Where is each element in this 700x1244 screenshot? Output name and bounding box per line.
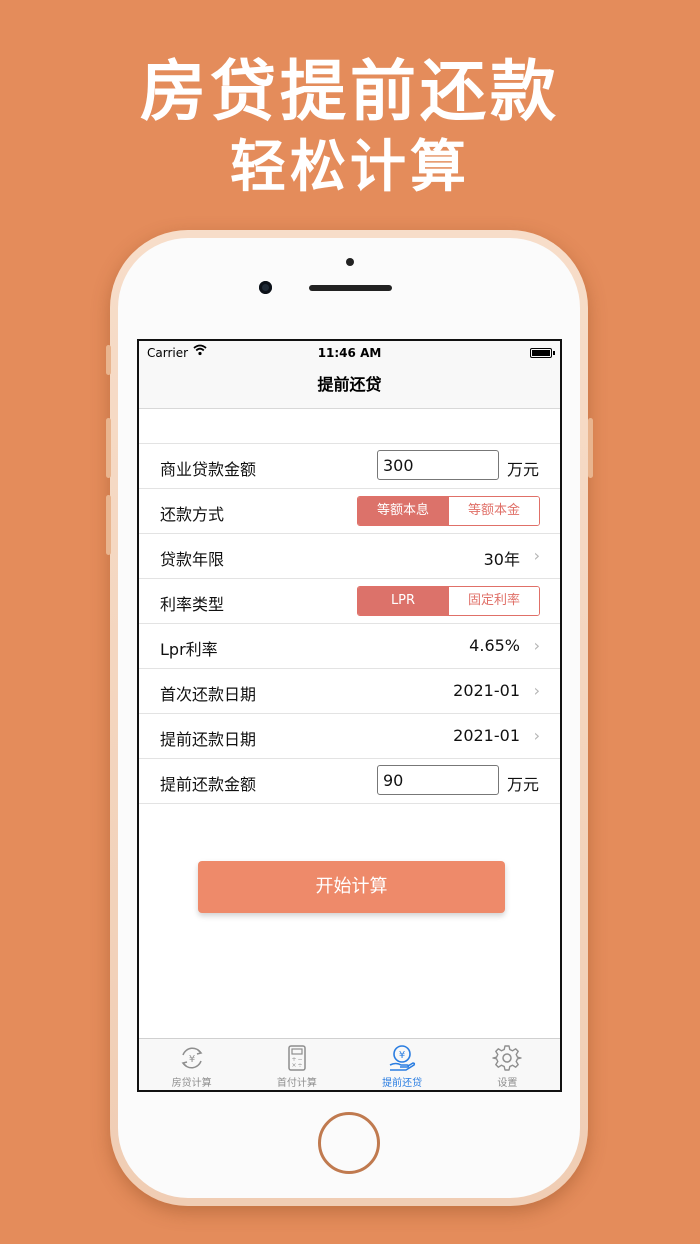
volume-down-button <box>106 495 111 555</box>
row-prepay-amount: 提前还款金额 万元 <box>139 759 560 804</box>
first-repay-date-label: 首次还款日期 <box>160 685 257 704</box>
tab-label: 设置 <box>497 1078 518 1089</box>
tab-bar: ¥ 房贷计算 + − × ÷ 首付计算 ¥ 提前还贷 设置 <box>139 1038 560 1090</box>
loan-amount-label: 商业贷款金额 <box>160 460 257 479</box>
battery-icon <box>530 348 552 358</box>
repay-method-option-equal-principal[interactable]: 等额本金 <box>448 497 539 525</box>
row-loan-amount: 商业贷款金额 万元 <box>139 444 560 489</box>
prepay-amount-input[interactable] <box>377 765 499 795</box>
prepay-amount-label: 提前还款金额 <box>160 775 257 794</box>
rate-type-option-fixed[interactable]: 固定利率 <box>448 587 539 615</box>
tab-label: 首付计算 <box>276 1078 317 1089</box>
start-calculate-button[interactable]: 开始计算 <box>198 861 505 913</box>
status-time: 11:46 AM <box>317 346 382 360</box>
loan-amount-input[interactable] <box>377 450 499 480</box>
repay-method-label: 还款方式 <box>160 505 225 524</box>
rate-type-option-lpr[interactable]: LPR <box>358 587 448 615</box>
tab-prepay[interactable]: ¥ 提前还贷 <box>350 1039 455 1090</box>
loan-amount-unit: 万元 <box>506 460 539 479</box>
svg-text:¥: ¥ <box>188 1054 194 1065</box>
front-camera <box>259 281 272 294</box>
row-prepay-date[interactable]: 提前还款日期 2021-01 › <box>139 714 560 759</box>
headline-title: 房贷提前还款 <box>140 53 560 130</box>
status-bar: Carrier 11:46 AM <box>139 341 560 365</box>
home-button[interactable] <box>318 1112 380 1174</box>
tab-settings[interactable]: 设置 <box>455 1039 560 1090</box>
tab-label: 房贷计算 <box>171 1078 212 1089</box>
power-button <box>588 418 593 478</box>
volume-up-button <box>106 418 111 478</box>
svg-text:÷: ÷ <box>297 1062 302 1069</box>
loan-term-label: 贷款年限 <box>160 550 225 569</box>
chevron-right-icon: › <box>533 726 540 745</box>
tab-label: 提前还贷 <box>382 1078 423 1089</box>
row-lpr-rate[interactable]: Lpr利率 4.65% › <box>139 624 560 669</box>
page-title: 提前还贷 <box>139 365 560 409</box>
rate-type-label: 利率类型 <box>160 595 225 614</box>
row-rate-type: 利率类型 LPR 固定利率 <box>139 579 560 624</box>
tab-downpayment-calc[interactable]: + − × ÷ 首付计算 <box>244 1039 349 1090</box>
tab-mortgage-calc[interactable]: ¥ 房贷计算 <box>139 1039 244 1090</box>
proximity-sensor <box>346 258 354 266</box>
svg-text:¥: ¥ <box>399 1050 405 1061</box>
earpiece-speaker <box>309 285 392 291</box>
gear-icon <box>492 1045 523 1071</box>
first-repay-date-value: 2021-01 <box>453 681 520 700</box>
rate-type-segmented-control: LPR 固定利率 <box>357 586 540 616</box>
chevron-right-icon: › <box>533 546 540 565</box>
chevron-right-icon: › <box>533 681 540 700</box>
phone-screen: Carrier 11:46 AM 提前还贷 商业贷款金额 万元 还款方式 等额本… <box>137 339 562 1092</box>
row-first-repay-date[interactable]: 首次还款日期 2021-01 › <box>139 669 560 714</box>
mute-switch <box>106 345 111 375</box>
prepay-amount-unit: 万元 <box>506 775 539 794</box>
svg-text:×: × <box>291 1062 296 1069</box>
chevron-right-icon: › <box>533 636 540 655</box>
calculator-icon: + − × ÷ <box>288 1045 306 1071</box>
row-loan-term[interactable]: 贷款年限 30年 › <box>139 534 560 579</box>
row-repay-method: 还款方式 等额本息 等额本金 <box>139 489 560 534</box>
yuan-refresh-icon: ¥ <box>181 1047 203 1069</box>
repay-method-segmented-control: 等额本息 等额本金 <box>357 496 540 526</box>
prepay-date-label: 提前还款日期 <box>160 730 257 749</box>
prepay-date-value: 2021-01 <box>453 726 520 745</box>
loan-term-value: 30年 <box>483 550 520 569</box>
repay-method-option-equal-installment[interactable]: 等额本息 <box>358 497 448 525</box>
headline-subtitle: 轻松计算 <box>230 135 470 200</box>
prepay-form: 商业贷款金额 万元 还款方式 等额本息 等额本金 贷款年限 30年 › 利率类型… <box>139 443 560 804</box>
lpr-rate-value: 4.65% <box>469 636 520 655</box>
lpr-rate-label: Lpr利率 <box>160 640 218 659</box>
yuan-hand-icon: ¥ <box>389 1045 416 1071</box>
